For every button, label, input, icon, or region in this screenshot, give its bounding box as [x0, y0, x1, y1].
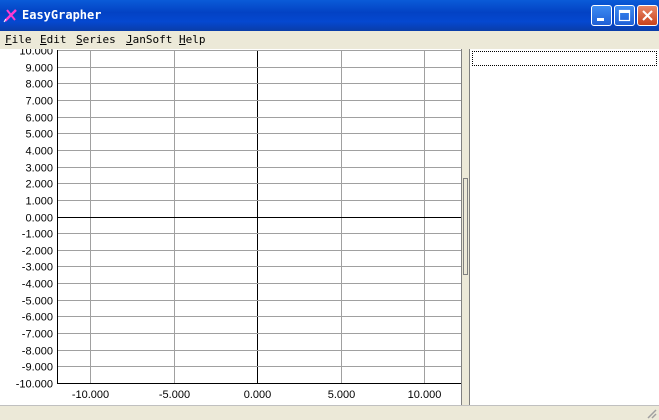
y-tick-label: 5.000	[25, 129, 53, 141]
y-tick-label: -6.000	[22, 312, 53, 324]
menu-help[interactable]: Help	[179, 33, 206, 46]
x-tick-label: 0.000	[244, 389, 272, 401]
menu-bar: File Edit Series JanSoft Help	[0, 31, 659, 49]
graph-panel[interactable]: -10.000 -5.000 0.000 5.000 10.000 10.000 9.000…	[0, 46, 462, 405]
x-tick-label: 10.000	[408, 389, 442, 401]
y-tick-label: -7.000	[22, 329, 53, 341]
x-tick-label: 5.000	[328, 389, 356, 401]
y-tick-label: -1.000	[22, 229, 53, 241]
y-tick-label: -8.000	[22, 346, 53, 358]
menu-edit[interactable]: Edit	[40, 33, 67, 46]
y-tick-label: 9.000	[25, 63, 53, 75]
menu-series[interactable]: Series	[76, 33, 116, 46]
y-tick-label: 7.000	[25, 96, 53, 108]
y-tick-label: -5.000	[22, 296, 53, 308]
menu-jansoft[interactable]: JanSoft	[126, 33, 172, 46]
maximize-button[interactable]	[614, 5, 635, 26]
y-tick-label: -9.000	[22, 362, 53, 374]
window-title: EasyGrapher	[22, 8, 102, 22]
y-tick-label: 1.000	[25, 196, 53, 208]
minimize-icon	[597, 18, 604, 21]
y-tick-label: 8.000	[25, 79, 53, 91]
x-tick-label: -5.000	[159, 389, 190, 401]
y-tick-label: 0.000	[25, 213, 53, 225]
y-tick-label: 6.000	[25, 113, 53, 125]
series-list-item[interactable]	[472, 51, 657, 66]
x-tick-label: -10.000	[72, 389, 109, 401]
y-tick-label: -4.000	[22, 279, 53, 291]
y-tick-label: 10.000	[19, 49, 53, 58]
y-tick-label: 3.000	[25, 163, 53, 175]
y-tick-label: 4.000	[25, 146, 53, 158]
splitter-handle[interactable]	[463, 178, 468, 275]
y-tick-label: -2.000	[22, 246, 53, 258]
close-button[interactable]	[637, 5, 658, 26]
minimize-button[interactable]	[591, 5, 612, 26]
close-icon	[642, 10, 653, 21]
graph-canvas[interactable]: -10.000 -5.000 0.000 5.000 10.000 10.000 9.000…	[0, 46, 461, 405]
maximize-icon	[618, 9, 631, 22]
title-bar[interactable]: EasyGrapher	[0, 0, 659, 31]
pen-icon	[3, 9, 17, 23]
y-tick-label: -3.000	[22, 262, 53, 274]
resize-grip-icon[interactable]	[645, 407, 657, 419]
menu-file[interactable]: File	[5, 33, 32, 46]
status-bar	[0, 405, 659, 420]
y-tick-label: -10.000	[16, 379, 53, 391]
series-list[interactable]	[469, 49, 659, 405]
y-tick-label: 2.000	[25, 179, 53, 191]
